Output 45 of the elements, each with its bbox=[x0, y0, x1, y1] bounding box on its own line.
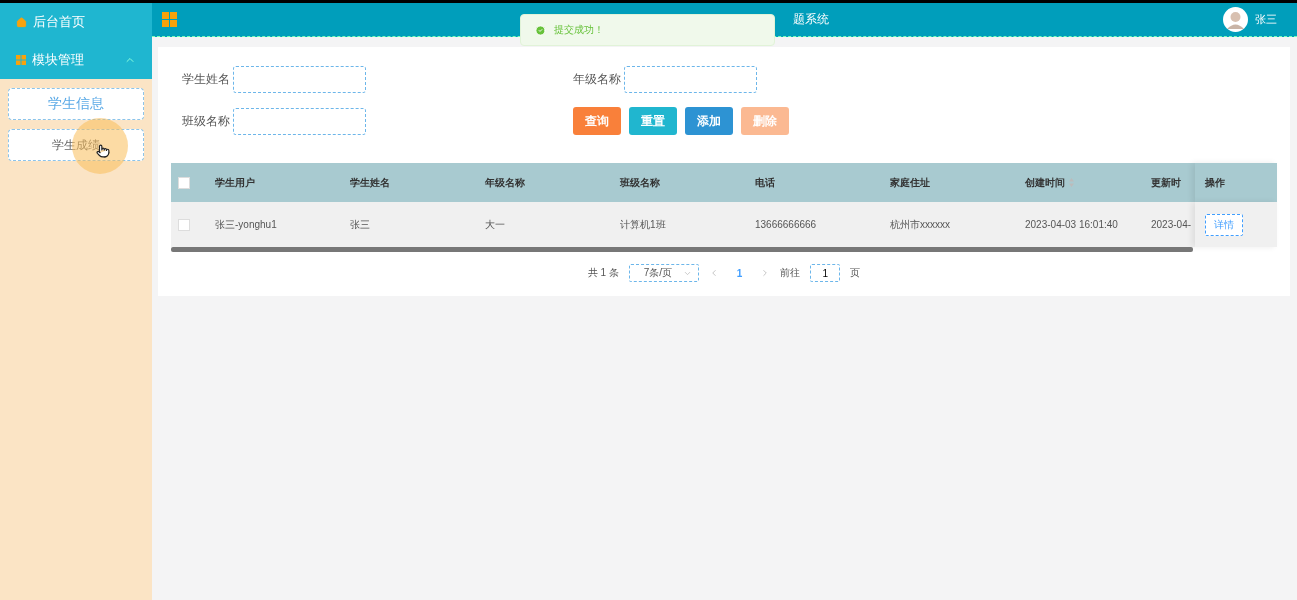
scrollbar[interactable] bbox=[171, 247, 1193, 252]
table-cell-text: 张三-yonghu1 bbox=[214, 217, 278, 232]
column-header: 学生用户 bbox=[214, 175, 256, 190]
table-cell-text: 大一 bbox=[484, 217, 506, 232]
grid-icon bbox=[16, 55, 26, 65]
field-label: 学生姓名 bbox=[182, 71, 226, 88]
table-cell-text: 杭州市xxxxxx bbox=[889, 217, 951, 232]
grid-icon[interactable] bbox=[162, 12, 177, 27]
add-button[interactable]: 添加 bbox=[685, 107, 733, 135]
page-size-select[interactable]: 7条/页 bbox=[628, 264, 699, 282]
menu-item[interactable]: 模块管理 bbox=[0, 41, 152, 79]
avatar bbox=[1223, 7, 1248, 32]
submenu-item[interactable]: 学生信息 bbox=[8, 88, 144, 120]
user-name: 张三 bbox=[1255, 12, 1277, 27]
column-header: 创建时间 bbox=[1015, 175, 1150, 190]
table-cell-text: 13666666666 bbox=[754, 219, 818, 230]
table-cell-text: 计算机1班 bbox=[619, 217, 667, 232]
goto-page-field[interactable]: 1 bbox=[810, 264, 841, 282]
menu-item[interactable]: 后台首页 bbox=[0, 3, 152, 41]
input-field[interactable] bbox=[233, 66, 366, 93]
search-button[interactable]: 查询 bbox=[573, 107, 621, 135]
column-header: 班级名称 bbox=[619, 175, 661, 190]
page-number[interactable]: 1 bbox=[728, 267, 751, 279]
input-field[interactable] bbox=[233, 107, 366, 135]
home-icon bbox=[16, 16, 27, 28]
checkbox[interactable] bbox=[178, 218, 190, 231]
header-title: 题系统 bbox=[793, 11, 829, 28]
column-header: 更新时 bbox=[1150, 175, 1182, 190]
input-field[interactable] bbox=[624, 66, 757, 93]
check-icon bbox=[535, 24, 546, 36]
table-cell-text: 2023-04-03 16:01:40 bbox=[1024, 219, 1119, 230]
column-header: 电话 bbox=[754, 175, 776, 190]
column-header: 操作 bbox=[1205, 175, 1225, 190]
page-suffix: 页 bbox=[850, 266, 861, 280]
column-header: 家庭住址 bbox=[889, 175, 931, 190]
reset-button[interactable]: 重置 bbox=[629, 107, 677, 135]
table-cell-text: 2023-04- bbox=[1150, 219, 1193, 230]
checkbox[interactable] bbox=[178, 176, 190, 189]
total-count: 共 1 条 bbox=[587, 266, 619, 280]
table-cell-text: 张三 bbox=[349, 217, 371, 232]
column-header: 学生姓名 bbox=[349, 175, 391, 190]
column-header: 年级名称 bbox=[484, 175, 526, 190]
goto-label: 前往 bbox=[780, 266, 801, 280]
detail-button[interactable]: 详情 bbox=[1205, 213, 1243, 236]
toast-message: 提交成功！ bbox=[554, 23, 604, 37]
